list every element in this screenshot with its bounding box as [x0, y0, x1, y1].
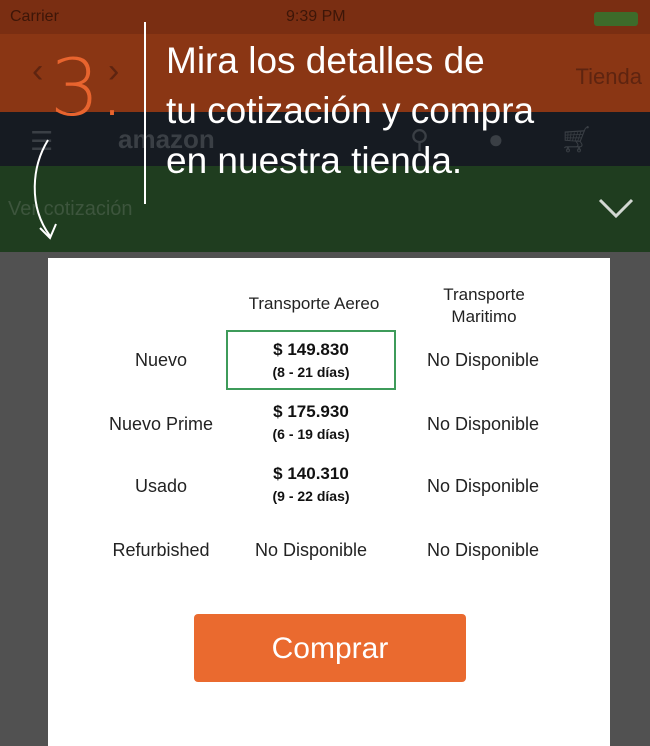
air-cell-refurbished: No Disponible	[254, 540, 368, 560]
header-air: Transporte Aereo	[248, 294, 380, 313]
row-label-usado: Usado	[134, 476, 188, 496]
sea-cell-nuevo: No Disponible	[426, 350, 540, 370]
carrier-label: Carrier	[10, 8, 59, 25]
sea-cell-nuevo-prime: No Disponible	[426, 414, 540, 434]
headline-line: en nuestra tienda.	[166, 140, 463, 181]
air-cell-nuevo[interactable]: $ 149.830 (8 - 21 días)	[226, 340, 396, 380]
delivery-days: (9 - 22 días)	[272, 488, 350, 504]
row-label-nuevo: Nuevo	[134, 350, 188, 370]
back-arrow-icon[interactable]: ‹	[32, 52, 43, 91]
status-bar: Carrier 9:39 PM	[0, 0, 650, 34]
headline-line: Mira los detalles de	[166, 40, 485, 81]
air-cell-nuevo-prime[interactable]: $ 175.930 (6 - 19 días)	[226, 402, 396, 442]
buy-button[interactable]: Comprar	[194, 614, 466, 682]
header-sea-line: Transporte	[443, 285, 525, 304]
header-sea-line: Maritimo	[451, 307, 517, 326]
tutorial-headline: Mira los detalles de tu cotización y com…	[166, 36, 636, 186]
row-label-refurbished: Refurbished	[112, 540, 210, 560]
header-sea: Transporte Maritimo	[394, 284, 574, 328]
delivery-days: (6 - 19 días)	[272, 426, 350, 442]
headline-line: tu cotización y compra	[166, 90, 535, 131]
price-value: $ 175.930	[273, 402, 349, 421]
step-number: 3.	[50, 44, 125, 134]
delivery-days: (8 - 21 días)	[272, 364, 350, 380]
divider-line	[144, 22, 146, 204]
chevron-down-icon[interactable]	[596, 188, 636, 228]
air-cell-usado[interactable]: $ 140.310 (9 - 22 días)	[226, 464, 396, 504]
price-value: $ 149.830	[273, 340, 349, 359]
curved-arrow-icon	[33, 139, 57, 240]
price-value: $ 140.310	[273, 464, 349, 483]
status-time: 9:39 PM	[286, 8, 346, 25]
battery-icon	[594, 12, 638, 26]
sea-cell-usado: No Disponible	[426, 476, 540, 496]
quote-card: Transporte Aereo Transporte Maritimo Nue…	[48, 258, 610, 746]
row-label-nuevo-prime: Nuevo Prime	[108, 414, 214, 434]
sea-cell-refurbished: No Disponible	[426, 540, 540, 560]
